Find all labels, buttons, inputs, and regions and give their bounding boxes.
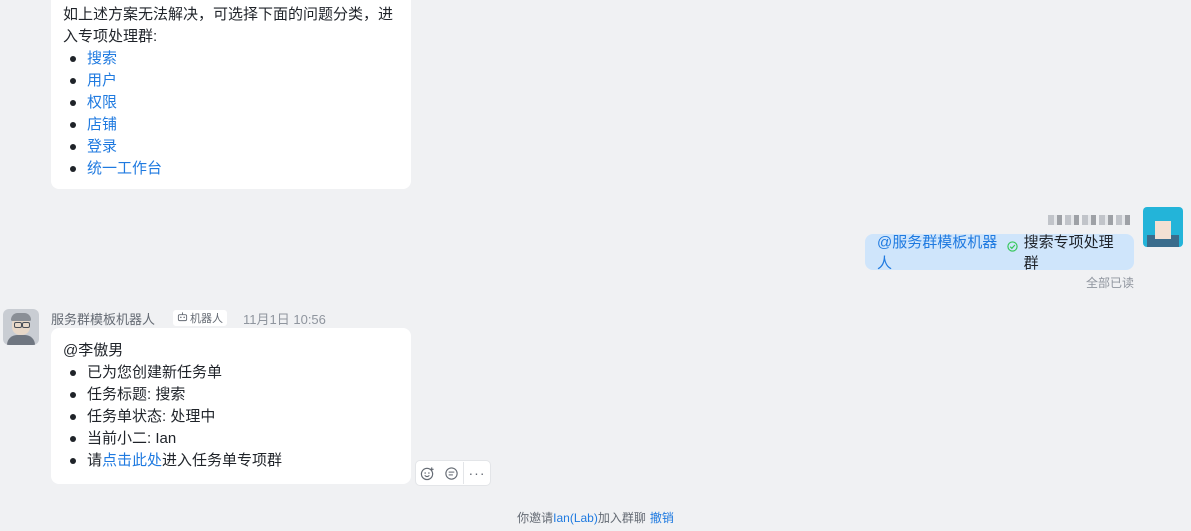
category-link-workbench[interactable]: 统一工作台 — [87, 160, 162, 177]
list-item: 任务单状态: 处理中 — [63, 406, 399, 428]
list-item: 已为您创建新任务单 — [63, 362, 399, 384]
enter-group-prefix: 请 — [87, 452, 103, 469]
avatar-body — [7, 335, 35, 345]
read-status[interactable]: 全部已读 — [1086, 274, 1134, 291]
list-item: 登录 — [63, 136, 399, 158]
list-item: 统一工作台 — [63, 158, 399, 180]
avatar-hair — [11, 313, 31, 321]
robot-icon — [177, 311, 188, 325]
bot-tag-label: 机器人 — [190, 313, 224, 325]
self-message-bubble: @服务群模板机器人 搜索专项处理群 — [865, 231, 1134, 273]
invited-user-link[interactable]: Ian(Lab) — [553, 511, 598, 525]
category-link-user[interactable]: 用户 — [87, 72, 117, 89]
avatar-glass-right — [22, 322, 30, 328]
click-here-link[interactable]: 点击此处 — [102, 452, 162, 469]
list-item: 店铺 — [63, 114, 399, 136]
undo-button[interactable]: 撤销 — [650, 511, 674, 525]
more-icon[interactable]: ··· — [463, 462, 490, 484]
system-suffix: 加入群聊 — [597, 511, 646, 525]
mention-bot[interactable]: @服务群模板机器人 — [877, 231, 1004, 273]
list-item: 搜索 — [63, 48, 399, 70]
category-link-permission[interactable]: 权限 — [87, 94, 117, 111]
message-action-bar: ··· — [415, 460, 491, 486]
sender-name-blurred — [1048, 215, 1132, 225]
bot-message-header: 服务群模板机器人 机器人 11月1日 10:56 — [51, 309, 326, 327]
category-link-login[interactable]: 登录 — [87, 138, 117, 155]
mention-user[interactable]: @李傲男 — [63, 340, 399, 362]
message-timestamp: 11月1日 10:56 — [243, 311, 326, 327]
avatar-bot[interactable] — [3, 309, 39, 345]
self-message-text: 搜索专项处理群 — [1023, 234, 1114, 272]
system-message: 你邀请Ian(Lab)加入群聊 撤销 — [0, 509, 1191, 526]
check-icon — [1006, 241, 1018, 255]
list-item: 任务标题: 搜索 — [63, 384, 399, 406]
list-item: 用户 — [63, 70, 399, 92]
avatar-glass-left — [14, 322, 22, 328]
category-link-search[interactable]: 搜索 — [87, 50, 117, 67]
bot-message-bubble: @李傲男 已为您创建新任务单 任务标题: 搜索 任务单状态: 处理中 当前小二:… — [51, 328, 411, 484]
message-bubble-categories: 如上述方案无法解决，可选择下面的问题分类，进入专项处理群: 搜索 用户 权限 店… — [51, 0, 411, 189]
message-intro-text: 如上述方案无法解决，可选择下面的问题分类，进入专项处理群: — [63, 6, 394, 45]
system-prefix: 你邀请 — [517, 511, 554, 525]
bot-name[interactable]: 服务群模板机器人 — [51, 309, 155, 328]
list-item: 权限 — [63, 92, 399, 114]
add-reaction-icon[interactable] — [416, 462, 439, 484]
reply-icon[interactable] — [439, 462, 463, 484]
category-link-store[interactable]: 店铺 — [87, 116, 117, 133]
list-item: 请点击此处进入任务单专项群 — [63, 450, 399, 472]
bot-tag: 机器人 — [173, 310, 228, 326]
list-item: 当前小二: Ian — [63, 428, 399, 450]
task-info-list: 已为您创建新任务单 任务标题: 搜索 任务单状态: 处理中 当前小二: Ian … — [63, 362, 399, 472]
avatar-self[interactable] — [1143, 207, 1183, 247]
category-link-list: 搜索 用户 权限 店铺 登录 统一工作台 — [63, 48, 399, 180]
enter-group-suffix: 进入任务单专项群 — [162, 452, 283, 469]
